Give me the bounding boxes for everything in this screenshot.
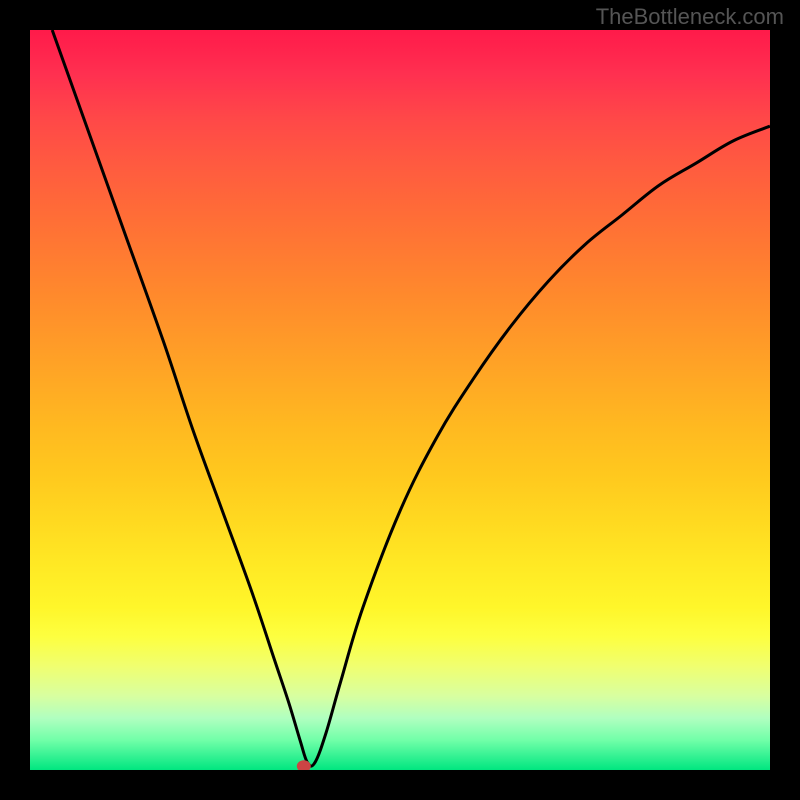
chart-plot-area: [30, 30, 770, 770]
chart-svg: [30, 30, 770, 770]
watermark-text: TheBottleneck.com: [596, 4, 784, 30]
curve-line: [52, 30, 770, 766]
